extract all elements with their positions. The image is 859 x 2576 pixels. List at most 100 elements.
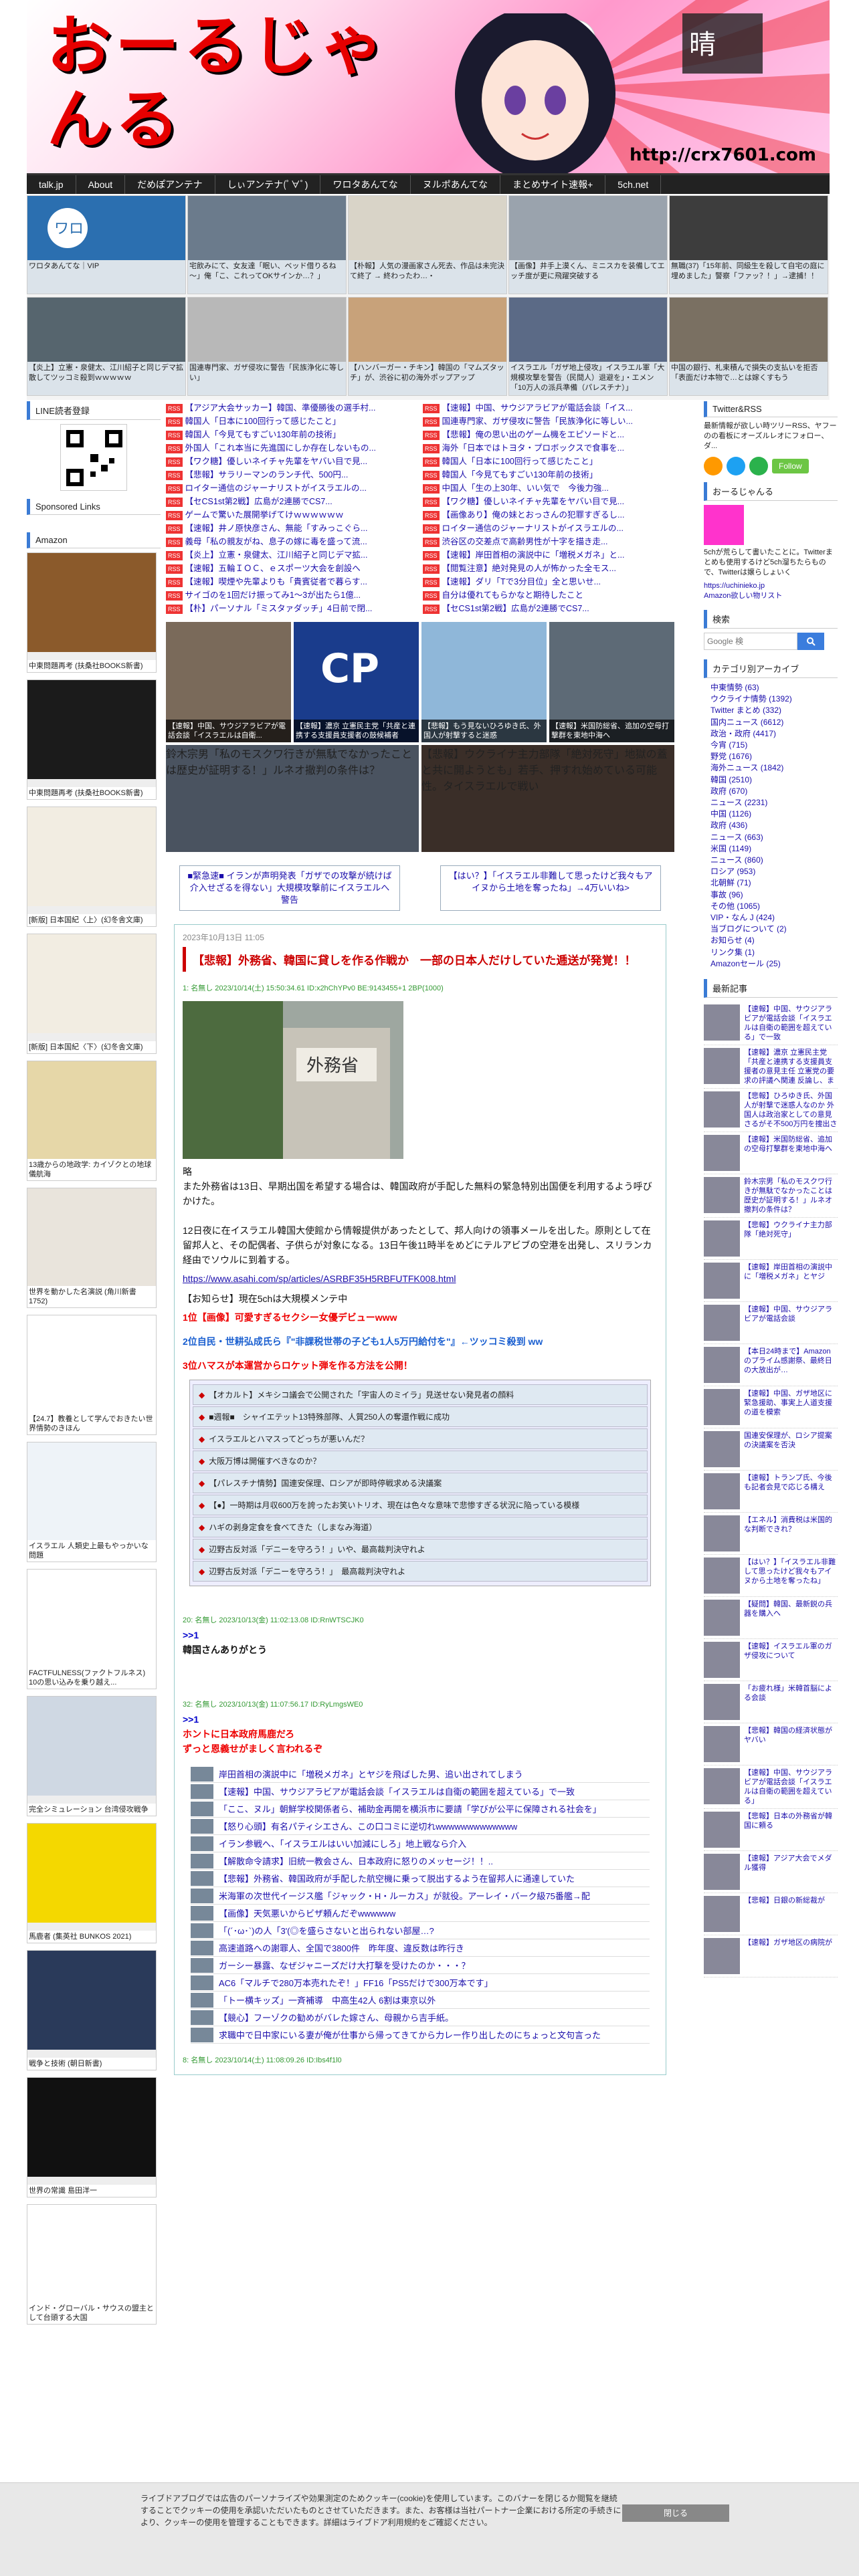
category-link[interactable]: その他 (1065) bbox=[704, 901, 838, 912]
featured-item[interactable]: 【悲報】ウクライナ主力部隊「絶対死守」地獄の蓋と共に開ようとも」若手、押すれ始め… bbox=[421, 745, 674, 852]
next-article-link[interactable]: 【はい？】「イスラエル非難して思ったけど我々もアイヌから土地を奪ったね」→4万い… bbox=[440, 865, 661, 911]
headline-item[interactable]: RSS 【セCS1st第2戦】広島が2連勝でCS7... bbox=[423, 602, 674, 615]
ranking-1[interactable]: 1位【画像】可愛すぎるセクシー女優デビューwww bbox=[183, 1310, 658, 1325]
latest-item[interactable]: 【速報】中国、サウジアラビアが電話会談「イスラエルは自衛の範囲を超えている」で一… bbox=[704, 1002, 838, 1046]
nav-warota-antenna[interactable]: ワロタあんてな bbox=[320, 175, 411, 194]
category-link[interactable]: 北朝鮮 (71) bbox=[704, 877, 838, 889]
prev-article-link[interactable]: ■緊急速■ イランが声明発表「ガザでの攻撃が続けば介入せざるを得ない」大規模攻撃… bbox=[179, 865, 400, 911]
related-item[interactable]: イラン参戦へ、「イスラエルはいい加減にしろ」地上戦なら介入 bbox=[191, 1835, 650, 1852]
ranking-2[interactable]: 2位自民・世耕弘成氏ら『"非課税世帯の子ども1人5万円給付を"』←ツッコミ殺到 … bbox=[183, 1334, 658, 1349]
latest-item[interactable]: 「お疲れ様」米韓首脳による会談 bbox=[704, 1681, 838, 1724]
category-link[interactable]: リンク集 (1) bbox=[704, 947, 838, 958]
headline-item[interactable]: RSS 【悲報】サラリーマンのランチ代、500円... bbox=[166, 468, 417, 481]
cookie-close-button[interactable]: 閉じる bbox=[622, 2504, 729, 2522]
featured-item[interactable]: 【速報】中国、サウジアラビアが電話会談「イスラエルは自衛... bbox=[166, 622, 291, 742]
related-item[interactable]: 【解散命令請求】旧統一教会さん、日本政府に怒りのメッセージ！！.. bbox=[191, 1852, 650, 1870]
book-item[interactable]: FACTFULNESS(ファクトフルネス) 10の思い込みを乗り越え... bbox=[27, 1569, 157, 1689]
thumb-item[interactable]: 【朴報】人気の漫画家さん死去、作品は未完決て終了 → 終わったわ…・ bbox=[348, 195, 507, 294]
related-item[interactable]: 「ここ、ヌル」朝鮮学校関係者ら、補助金再開を横浜市に要請「学びが公平に保障される… bbox=[191, 1800, 650, 1818]
thumb-item[interactable]: イスラエル「ガザ地上侵攻」イスラエル軍「大規模攻撃を警告（民間人）退避を」・エメ… bbox=[508, 297, 668, 396]
latest-item[interactable]: 【はい？】「イスラエル非難して思ったけど我々もアイヌから土地を奪ったね」 bbox=[704, 1555, 838, 1598]
category-link[interactable]: 政府 (436) bbox=[704, 820, 838, 831]
thumb-item[interactable]: 中国の銀行、札束積んで損失の支払いを拒否「表面だけ本物で…とは嫁くすもう bbox=[669, 297, 828, 396]
headline-item[interactable]: RSS ロイター通信のジャーナリストがイスラエルの... bbox=[166, 481, 417, 495]
nav-nullpo-antenna[interactable]: ヌルポあんてな bbox=[411, 175, 501, 194]
category-link[interactable]: 中東情勢 (63) bbox=[704, 682, 838, 693]
book-item[interactable]: 世界を動かした名演説 (角川新書 1752) bbox=[27, 1188, 157, 1308]
headline-item[interactable]: RSS ゲームで驚いた展開挙げてけｗｗｗｗｗｗ bbox=[166, 508, 417, 522]
nav-5chnet[interactable]: 5ch.net bbox=[605, 175, 662, 194]
recommended-item[interactable]: ◆ 大阪万博は開催すべきなのか？ bbox=[193, 1451, 648, 1471]
category-link[interactable]: ウクライナ情勢 (1392) bbox=[704, 693, 838, 705]
category-link[interactable]: ロシア (953) bbox=[704, 866, 838, 877]
recommended-item[interactable]: ◆ ハギの剥身定食を食べてきた（しまなみ海道） bbox=[193, 1517, 648, 1537]
thumb-item[interactable]: 宅飲みにて、女友達「眠い、ベッド借りるね～」俺「こ、これってOKサインか…？」 bbox=[187, 195, 347, 294]
book-item[interactable]: 中東問題再考 (扶桑社BOOKS新書) bbox=[27, 552, 157, 673]
search-input[interactable] bbox=[704, 633, 797, 650]
response-anchor[interactable]: >>1 bbox=[183, 1712, 658, 1727]
headline-item[interactable]: RSS 【速報】五輪ＩＯＣ、ｅスポーツ大会を創設へ bbox=[166, 562, 417, 575]
line-qr-code[interactable] bbox=[60, 424, 127, 491]
recommended-item[interactable]: ◆ 【●】一時期は月収600万を誇ったお笑いトリオ、現在は色々な意味で悲惨すぎる状… bbox=[193, 1495, 648, 1515]
latest-item[interactable]: 国連安保理が、ロシア提案の決議案を否決 bbox=[704, 1428, 838, 1471]
thumb-item[interactable]: 【ハンバーガー・チキン】韓国の「マムズタッチ」が、渋谷に初の海外ポップアップ bbox=[348, 297, 507, 396]
article-title[interactable]: 【悲報】外務省、韓国に貸しを作る作戦か 一部の日本人だけしていた逓送が発覚！！ bbox=[183, 947, 658, 972]
category-link[interactable]: ニュース (860) bbox=[704, 855, 838, 866]
headline-item[interactable]: RSS 【セCS1st第2戦】広島が2連勝でCS7... bbox=[166, 495, 417, 508]
headline-item[interactable]: RSS 【速報】中国、サウジアラビアが電話会談「イス... bbox=[423, 401, 674, 415]
recommended-item[interactable]: ◆ 【オカルト】メキシコ議会で公開された「宇宙人のミイラ」見送せない発見者の顔料 bbox=[193, 1384, 648, 1405]
headline-item[interactable]: RSS 【朴】パーソナル「ミスタァダッチ」4日前で閉... bbox=[166, 602, 417, 615]
latest-item[interactable]: 【速報】中国、サウジアラビアが電話会談 bbox=[704, 1302, 838, 1345]
headline-item[interactable]: RSS 【速報】井ノ原快彦さん、無能「すみっこぐら... bbox=[166, 522, 417, 535]
related-item[interactable]: 【画像】天気悪いからビザ頼んだぞwwwwww bbox=[191, 1905, 650, 1922]
latest-item[interactable]: 【速報】米国防総省、追加の空母打撃群を東地中海へ bbox=[704, 1132, 838, 1175]
nav-about[interactable]: About bbox=[76, 175, 126, 194]
headline-item[interactable]: RSS 【ワク糖】優しいネイチャ先輩をヤバい目で見... bbox=[423, 495, 674, 508]
allj-link[interactable]: https://uchinieko.jp bbox=[704, 582, 838, 590]
category-link[interactable]: ニュース (2231) bbox=[704, 797, 838, 809]
headline-item[interactable]: RSS 韓国人「日本に100回行って感じたこと」 bbox=[423, 455, 674, 468]
related-item[interactable]: 「トー横キッズ」一斉補導 中高生42人 6割は東京以外 bbox=[191, 1992, 650, 2009]
category-link[interactable]: 当ブログについて (2) bbox=[704, 924, 838, 935]
headline-item[interactable]: RSS 【ワク糖】優しいネイチャ先輩をヤバい目で見... bbox=[166, 455, 417, 468]
thumb-item[interactable]: 無職(37)「15年前、同級生を殺して自宅の庭に埋めました」警察「ファッ？！」→… bbox=[669, 195, 828, 294]
related-item[interactable]: 岸田首相の演説中に「増税メガネ」とヤジを飛ばした男、追い出されてしまう bbox=[191, 1765, 650, 1783]
featured-item[interactable]: 【速報】米国防総省、追加の空母打撃群を東地中海へ bbox=[549, 622, 674, 742]
headline-item[interactable]: RSS 【速報】ダリ「Tで3分目位」全と思いせ... bbox=[423, 575, 674, 588]
book-item[interactable]: 13歳からの地政学: カイゾクとの地球儀航海 bbox=[27, 1061, 157, 1181]
category-link[interactable]: 国内ニュース (6612) bbox=[704, 717, 838, 728]
headline-item[interactable]: RSS ロイター通信のジャーナリストがイスラエルの... bbox=[423, 522, 674, 535]
amazon-wishlist-link[interactable]: Amazon欲しい物リスト bbox=[704, 590, 838, 601]
featured-item[interactable]: 【悲報】もう見ないひろゆき氏、外国人が射撃すると迷惑 bbox=[421, 622, 547, 742]
recommended-item[interactable]: ◆ 辺野古反対派「デニーを守ろう！」いや、最高裁判決守れよ bbox=[193, 1539, 648, 1560]
latest-item[interactable]: 【悲報】ウクライナ主力部隊「絶対死守」 bbox=[704, 1218, 838, 1261]
source-link[interactable]: https://www.asahi.com/sp/articles/ASRBF3… bbox=[183, 1271, 658, 1286]
related-item[interactable]: 求職中で日中家にいる妻が俺が仕事から帰ってきてから力レー作り出したのにちょっと文… bbox=[191, 2026, 650, 2044]
latest-item[interactable]: 鈴木宗男「私のモスクワ行きが無駄でなかったことは歴史が証明する！」ルネオ撤判の条… bbox=[704, 1174, 838, 1218]
book-item[interactable]: 馬鹿者 (集英社 BUNKOS 2021) bbox=[27, 1823, 157, 1943]
search-button[interactable] bbox=[797, 633, 824, 650]
nav-damepo-antenna[interactable]: だめぽアンテナ bbox=[125, 175, 215, 194]
article-photo[interactable]: 外務省 bbox=[183, 1001, 403, 1159]
related-item[interactable]: 【速報】中国、サウジアラビアが電話会談「イスラエルは自衛の範囲を超えている」で一… bbox=[191, 1783, 650, 1800]
follow-button[interactable]: Follow bbox=[772, 459, 809, 473]
category-link[interactable]: 政府 (670) bbox=[704, 786, 838, 797]
category-link[interactable]: Twitter まとめ (332) bbox=[704, 705, 838, 716]
response-anchor[interactable]: >>1 bbox=[183, 1628, 658, 1642]
headline-item[interactable]: RSS 義母「私の親友がね、息子の嫁に毒を盛って流... bbox=[166, 535, 417, 548]
latest-item[interactable]: 【速報】濃京 立憲民主党「共産と連携する支援員支援者の意見主任 立憲党の要求の評… bbox=[704, 1045, 838, 1089]
headline-item[interactable]: RSS 【画像あり】俺の妹とおっさんの犯罪すぎるし... bbox=[423, 508, 674, 522]
thumb-item[interactable]: ワロ ワロタあんてな｜VIP bbox=[27, 195, 186, 294]
thumb-item[interactable]: 【画像】井手上漠くん、ミニスカを装備してエッチ度が更に飛躍突破する bbox=[508, 195, 668, 294]
book-item[interactable]: 中東問題再考 (扶桑社BOOKS新書) bbox=[27, 679, 157, 800]
latest-item[interactable]: 【速報】中国、ガザ地区に緊急援助、事実上人道支援の道を模索 bbox=[704, 1386, 838, 1429]
category-link[interactable]: ニュース (663) bbox=[704, 832, 838, 843]
nav-talkjp[interactable]: talk.jp bbox=[27, 175, 76, 194]
related-item[interactable]: 【競心】フーゾクの勧めがバレた嫁さん、母親から吉手紙。 bbox=[191, 2009, 650, 2026]
related-item[interactable]: 米海軍の次世代イージス艦「ジャック・H・ルーカス」が就役。アーレイ・バーク級75… bbox=[191, 1887, 650, 1905]
related-item[interactable]: 高速道路への謝罪人、全国で3800件 昨年度、違反数は昨行き bbox=[191, 1939, 650, 1957]
book-item[interactable]: [新版] 日本国紀〈下〉(幻冬舎文庫) bbox=[27, 934, 157, 1054]
latest-item[interactable]: 【悲報】韓国の経済状態がヤバい bbox=[704, 1723, 838, 1766]
featured-item[interactable]: 鈴木宗男「私のモスクワ行きが無駄でなかったことは歴史が証明する！」ルネオ撤判の条… bbox=[166, 745, 419, 852]
headline-item[interactable]: RSS 海外「日本ではトヨタ・プロボックスで食事を... bbox=[423, 441, 674, 455]
